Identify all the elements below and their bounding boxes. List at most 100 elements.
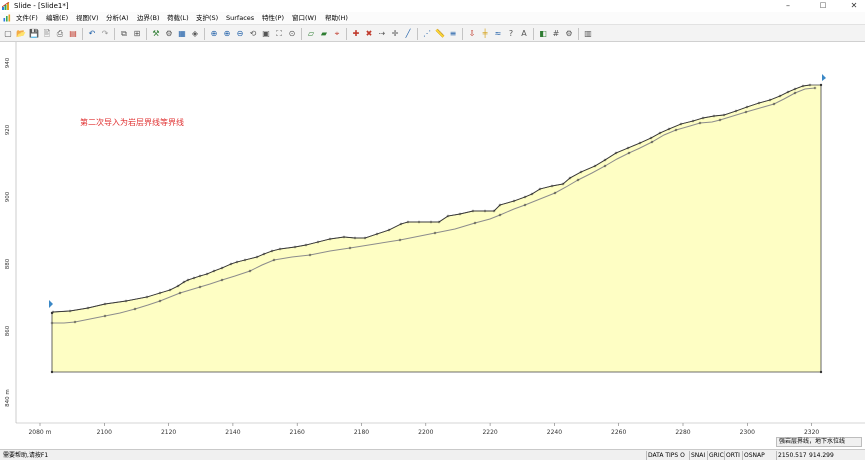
y-tick-label: 940 [5,57,11,68]
labels-icon[interactable]: A [519,28,529,39]
line-icon[interactable]: ╱ [403,28,413,39]
toolbar-separator [346,28,347,40]
material-icon[interactable]: ▰ [319,28,329,39]
options-icon[interactable]: ⚙ [564,28,574,39]
x-axis-ticks: 2080 m 2100 2120 2140 2160 2180 2200 2220 2240 22… [28,423,819,436]
maximize-button[interactable]: □ [812,0,834,12]
toolbar-separator [417,28,418,40]
zoom-all-icon[interactable]: ⊕ [209,28,219,39]
x-tick-label: 2200 [418,429,433,436]
y-tick-label: 840 m [5,389,11,407]
status-coord-y: 914.299 [809,452,834,459]
zoom-prev-icon[interactable]: ⟲ [248,28,258,39]
y-axis-ticks: 940 920 900 880 860 840 m [5,57,11,407]
x-tick-label: 2120 [161,429,176,436]
polyline-icon[interactable]: ⋰ [422,28,432,39]
x-tick-label: 2100 [97,429,112,436]
x-tick-label: 2240 [547,429,562,436]
x-tick-label: 2260 [611,429,626,436]
menu-analysis[interactable]: 分析(A) [106,13,129,23]
zoom-in-icon[interactable]: ⊕ [222,28,232,39]
status-help-text: 需要帮助,请按F1 [3,452,49,459]
open-icon[interactable]: 📂 [16,28,26,39]
model-canvas[interactable]: 2080 m 2100 2120 2140 2160 2180 2200 2220 2240 22… [0,42,865,447]
snap-icon[interactable]: ✛ [390,28,400,39]
load-icon[interactable]: ⇩ [467,28,477,39]
window-title: Slide - [Slide1*] [14,2,69,10]
toolbar-separator [301,28,302,40]
status-data-tips[interactable]: DATA TIPS O [646,451,685,460]
delete-vertex-icon[interactable]: ✖ [364,28,374,39]
menu-file[interactable]: 文件(F) [16,13,38,23]
new-icon[interactable]: ▢ [3,28,13,39]
undo-icon[interactable]: ↶ [87,28,97,39]
x-tick-label: 2080 m [28,429,51,436]
toolbar-separator [462,28,463,40]
toolbar-separator [82,28,83,40]
zoom-out-icon[interactable]: ⊖ [235,28,245,39]
right-boundary-marker[interactable] [822,74,826,81]
redo-icon[interactable]: ↷ [100,28,110,39]
print-icon[interactable]: ⎙ [55,28,65,39]
model-view: 2080 m 2100 2120 2140 2160 2180 2200 2220 2240 22… [5,42,865,436]
menu-window[interactable]: 窗口(W) [292,13,317,23]
status-grid[interactable]: GRIC [707,451,724,460]
y-tick-label: 860 [5,325,11,336]
menu-help[interactable]: 帮助(H) [325,13,348,23]
x-tick-label: 2320 [804,429,819,436]
add-vertex-icon[interactable]: ✚ [351,28,361,39]
properties-icon[interactable]: ≡ [448,28,458,39]
legend-tab[interactable]: 强岩层界线，地下水位线 [776,437,862,447]
analyze-icon[interactable]: ⚙ [164,28,174,39]
edit-vertex-icon[interactable]: ⌖ [332,28,342,39]
menu-view[interactable]: 视图(V) [76,13,99,23]
menu-bar: 文件(F) 编辑(E) 视图(V) 分析(A) 边界(B) 荷载(L) 支护(S… [0,12,865,24]
save-icon[interactable]: 💾 [29,28,39,39]
status-bar: 需要帮助,请按F1 DATA TIPS O SNAI GRIC ORTI OSN… [0,449,865,460]
model-region[interactable] [51,84,822,373]
menu-edit[interactable]: 编辑(E) [46,13,68,23]
x-tick-label: 2300 [740,429,755,436]
query-icon[interactable]: ? [506,28,516,39]
status-snap[interactable]: SNAI [689,451,705,460]
grid-icon[interactable]: # [551,28,561,39]
toolbar: ▢ 📂 💾 🖹 ⎙ ▤ ↶ ↷ ⧉ ⊞ ⚒ ⚙ ▦ ◈ ⊕ ⊕ ⊖ ⟲ ▣ ⛶ ⊙ ▱ ▰ ⌖ ✚ ✖ ⇢ ✛ ╱ ⋰ 📏 ≡ ⇩ ╪ ≈? A ◧ # ⚙… [0,24,865,42]
print-preview-icon[interactable]: 🖹 [42,28,52,39]
close-button[interactable]: ✕ [843,0,865,12]
tile-windows-icon[interactable]: ▥ [583,28,593,39]
zoom-window-icon[interactable]: ▣ [261,28,271,39]
left-boundary-marker[interactable] [49,300,53,308]
toolbar-separator [204,28,205,40]
y-tick-label: 920 [5,124,11,135]
tools-icon[interactable]: ⚒ [151,28,161,39]
tile-icon[interactable]: ⊞ [132,28,142,39]
menu-loading[interactable]: 荷载(L) [167,13,189,23]
zoom-extents-icon[interactable]: ⛶ [274,28,284,39]
toolbar-separator [114,28,115,40]
copy-icon[interactable]: ⧉ [119,28,129,39]
support-icon[interactable]: ╪ [480,28,490,39]
compute-icon[interactable]: ▦ [177,28,187,39]
boundary-icon[interactable]: ▱ [306,28,316,39]
menu-surfaces[interactable]: Surfaces [226,13,254,23]
measure-icon[interactable]: 📏 [435,28,445,39]
display-icon[interactable]: ◧ [538,28,548,39]
zoom-mouse-icon[interactable]: ⊙ [287,28,297,39]
slide-app-icon [2,2,10,10]
status-osnap[interactable]: OSNAP [742,451,765,460]
menu-support[interactable]: 支护(S) [196,13,218,23]
corner-vertex [50,311,54,315]
x-tick-label: 2220 [482,429,497,436]
water-icon[interactable]: ≈ [493,28,503,39]
menu-properties[interactable]: 特性(P) [262,13,284,23]
corner-vertex [50,370,54,374]
rainbow-icon[interactable]: ▤ [68,28,78,39]
menu-boundaries[interactable]: 边界(B) [137,13,160,23]
minimize-button[interactable]: – [777,0,799,12]
y-tick-label: 900 [5,191,11,202]
move-vertex-icon[interactable]: ⇢ [377,28,387,39]
canvas-annotation: 第二次导入为岩层界线等界线 [80,118,184,127]
status-coord-x: 2150.517 [776,451,807,460]
interpret-icon[interactable]: ◈ [190,28,200,39]
status-ortho[interactable]: ORTI [724,451,740,460]
